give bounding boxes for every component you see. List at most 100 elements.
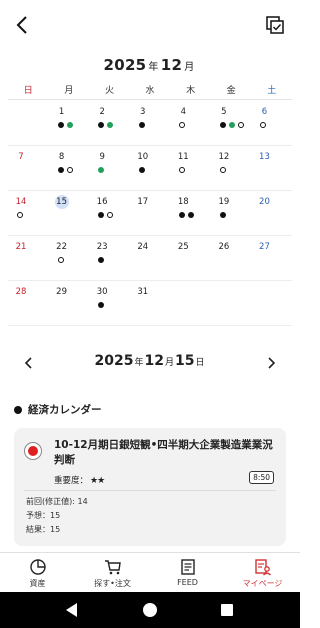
event-markers xyxy=(57,167,73,173)
calendar-day-cell[interactable]: 14 xyxy=(8,191,49,235)
calendar-day-cell[interactable]: 26 xyxy=(211,236,252,280)
weekday-label: 金 xyxy=(226,86,236,96)
calendar-day-cell xyxy=(211,281,252,325)
event-marker-filled xyxy=(138,122,145,128)
date-navigator: 2025年12月15日 xyxy=(0,352,300,374)
month-title-month: 12 xyxy=(160,56,183,74)
calendar-day-cell[interactable]: 20 xyxy=(251,191,292,235)
calendar-day-number: 26 xyxy=(218,242,230,252)
event-marker-green xyxy=(66,122,73,128)
nav-feed[interactable]: FEED xyxy=(150,553,225,592)
event-marker-filled xyxy=(138,167,145,173)
calendar-day-cell[interactable]: 28 xyxy=(8,281,49,325)
event-marker-filled xyxy=(219,122,226,128)
calendar-day-cell[interactable]: 21 xyxy=(8,236,49,280)
event-markers xyxy=(219,212,226,218)
event-markers xyxy=(138,122,145,128)
calendar-day-cell[interactable]: 19 xyxy=(211,191,252,235)
calendar-day-cell[interactable]: 2 xyxy=(89,101,130,145)
importance-label: 重要度： xyxy=(54,476,89,486)
calendar-day-cell[interactable]: 29 xyxy=(49,281,90,325)
calendar-day-cell[interactable]: 7 xyxy=(8,146,49,190)
calendar-day-number: 8 xyxy=(58,152,65,162)
event-markers xyxy=(219,167,226,173)
calendar-day-cell[interactable]: 17 xyxy=(130,191,171,235)
weekday-label: 日 xyxy=(23,86,33,96)
calendar-day-cell[interactable]: 23 xyxy=(89,236,130,280)
event-marker-empty xyxy=(57,257,64,263)
calendar-day-number: 14 xyxy=(15,197,27,207)
event-markers xyxy=(57,257,64,263)
event-marker-filled xyxy=(98,122,105,128)
calendar-day-number: 31 xyxy=(137,287,149,297)
calendar-day-number: 28 xyxy=(15,287,27,297)
calendar-day-cell[interactable]: 15 xyxy=(49,191,90,235)
event-marker-filled xyxy=(179,212,186,218)
nav-search-order[interactable]: 探す•注文 xyxy=(75,553,150,592)
event-marker-filled xyxy=(57,167,64,173)
event-marker-filled xyxy=(188,212,195,218)
calendar-day-cell[interactable]: 12 xyxy=(211,146,252,190)
event-marker-empty xyxy=(179,167,186,173)
chevron-right-icon xyxy=(268,357,276,369)
calendar-day-number: 29 xyxy=(56,287,67,297)
newspaper-icon xyxy=(180,559,195,575)
back-button[interactable] xyxy=(12,14,34,36)
weekday-label: 月 xyxy=(64,86,74,96)
event-status-icon xyxy=(24,442,42,460)
event-card[interactable]: 10-12月期日銀短観•四半期大企業製造業業況判断 重要度： ★★ 8:50 前回… xyxy=(14,428,286,546)
calendar-day-number: 16 xyxy=(96,197,108,207)
importance-rating: 重要度： ★★ xyxy=(54,474,105,486)
calendar-day-cell[interactable]: 5 xyxy=(211,101,252,145)
date-month: 12 xyxy=(144,353,164,369)
bullet-icon xyxy=(14,405,22,414)
calendar-week-row: 1 2 3 4 5 6 xyxy=(8,101,292,146)
nav-feed-label: FEED xyxy=(177,578,198,587)
calendar-day-cell[interactable]: 30 xyxy=(89,281,130,325)
selected-date-label: 2025年12月15日 xyxy=(0,353,300,369)
calendar-day-cell[interactable]: 8 xyxy=(49,146,90,190)
nav-mypage-label: マイページ xyxy=(242,579,283,588)
event-marker-empty xyxy=(260,122,267,128)
calendar-day-cell xyxy=(170,281,211,325)
section-title: 経済カレンダー xyxy=(14,402,102,417)
month-title-year-unit: 年 xyxy=(148,62,159,73)
chevron-left-icon xyxy=(16,16,27,34)
calendar-day-cell[interactable]: 16 xyxy=(89,191,130,235)
system-home-icon[interactable] xyxy=(143,603,157,617)
nav-assets[interactable]: 資産 xyxy=(0,553,75,592)
calendar-day-cell[interactable]: 4 xyxy=(170,101,211,145)
calendar-day-number: 2 xyxy=(99,107,105,117)
calendar-day-cell[interactable]: 25 xyxy=(170,236,211,280)
calendar-day-cell[interactable]: 1 xyxy=(49,101,90,145)
calendar-day-cell[interactable]: 18 xyxy=(170,191,211,235)
calendar-day-cell[interactable]: 10 xyxy=(130,146,171,190)
event-markers xyxy=(179,212,195,218)
next-day-button[interactable] xyxy=(264,355,278,371)
event-marker-filled xyxy=(98,212,105,218)
event-markers xyxy=(179,167,186,173)
calendar-day-cell xyxy=(251,281,292,325)
calendar-day-cell[interactable]: 3 xyxy=(130,101,171,145)
event-markers xyxy=(17,212,23,218)
top-bar xyxy=(0,0,300,50)
system-recent-apps-icon[interactable] xyxy=(221,604,233,616)
event-marker-empty xyxy=(17,212,23,218)
calendar-day-cell[interactable]: 9 xyxy=(89,146,130,190)
calendar-day-cell[interactable]: 22 xyxy=(49,236,90,280)
copy-button[interactable] xyxy=(264,14,286,36)
system-back-icon[interactable] xyxy=(66,603,77,617)
calendar-day-cell[interactable]: 13 xyxy=(251,146,292,190)
event-markers xyxy=(57,122,73,128)
nav-mypage[interactable]: マイページ xyxy=(225,553,300,592)
calendar-day-cell[interactable]: 11 xyxy=(170,146,211,190)
section-title-text: 経済カレンダー xyxy=(28,404,102,416)
calendar-day-cell[interactable]: 27 xyxy=(251,236,292,280)
event-marker-empty xyxy=(66,167,73,173)
calendar-day-cell[interactable]: 6 xyxy=(251,101,292,145)
date-day: 15 xyxy=(174,353,195,369)
calendar-day-cell[interactable]: 24 xyxy=(130,236,171,280)
date-month-unit: 月 xyxy=(164,358,174,368)
calendar-day-cell[interactable]: 31 xyxy=(130,281,171,325)
calendar-day-number: 1 xyxy=(58,107,65,117)
